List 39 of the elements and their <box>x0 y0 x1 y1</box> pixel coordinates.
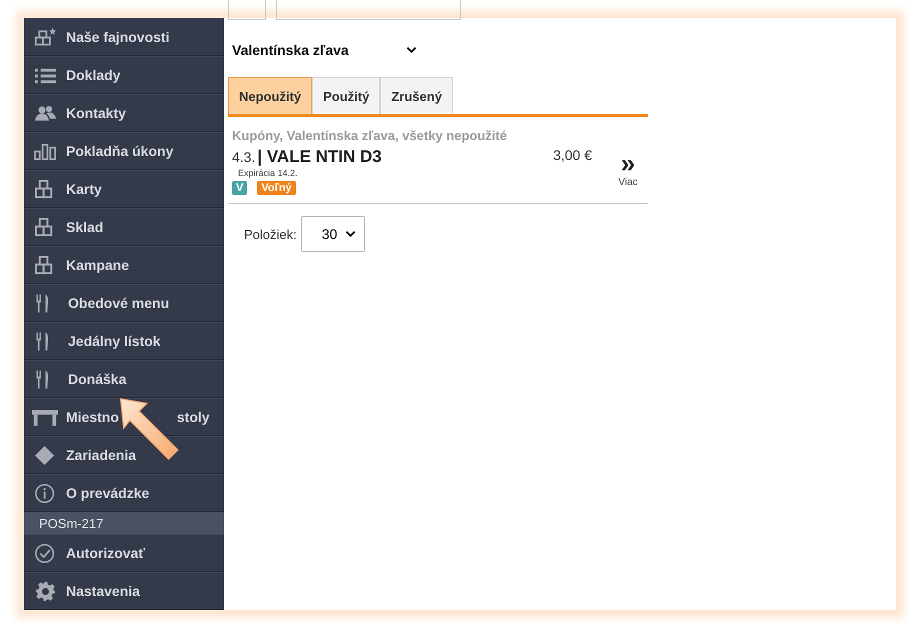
sidebar-item[interactable]: Doklady <box>24 56 224 94</box>
coupon-date: 4.3. <box>232 149 256 165</box>
boxes-star-icon <box>34 26 57 48</box>
chevron-down-icon <box>406 46 417 54</box>
small-button[interactable] <box>228 0 266 20</box>
sidebar-item[interactable]: Obedové menu <box>24 284 224 322</box>
page-size-select[interactable]: 30 <box>300 216 365 252</box>
expiry-date: Expirácia 14.2. <box>238 168 299 178</box>
device-label: POSm-217 <box>24 512 224 534</box>
sidebar-item[interactable]: Autorizovať <box>24 534 224 572</box>
sidebar-item[interactable]: Kampane <box>24 246 224 284</box>
diamond-icon <box>34 444 57 466</box>
sidebar-item[interactable]: Naše fajnovosti <box>24 18 224 56</box>
coupon-code: | VALE NTIN D3 <box>257 147 382 166</box>
sidebar-item[interactable]: Jedálny lístok <box>24 322 224 360</box>
sidebar-item[interactable]: Karty <box>24 170 224 208</box>
input-field[interactable] <box>276 0 461 20</box>
campaign-select[interactable]: Valentínska zľava <box>232 39 417 61</box>
sidebar-item[interactable]: Donáška <box>24 360 224 398</box>
tab[interactable]: Nepoužitý <box>228 77 312 114</box>
cutlery-icon <box>36 332 49 350</box>
sidebar-item[interactable]: Sklad <box>24 208 224 246</box>
chevron-down-icon <box>344 230 356 238</box>
tab[interactable]: Použitý <box>312 77 380 114</box>
sidebar-item[interactable]: Kontakty <box>24 94 224 132</box>
sidebar-item[interactable]: Nastavenia <box>24 572 224 610</box>
settings-icon <box>34 580 57 602</box>
cutlery-icon <box>36 294 49 312</box>
check-circle-icon <box>34 542 57 564</box>
status-badge: Voľný <box>257 181 296 195</box>
coupon-price: 3,00 € <box>553 147 592 165</box>
cutlery-icon <box>36 370 49 388</box>
info-icon <box>34 482 57 504</box>
status-badge: V <box>232 181 248 195</box>
more-link[interactable]: » Viac <box>608 147 648 195</box>
sidebar-item[interactable]: Pokladňa úkony <box>24 132 224 170</box>
tab[interactable]: Zrušený <box>380 77 453 114</box>
page-size-label: Položiek: <box>244 226 297 242</box>
list-caption: Kupóny, Valentínska zľava, všetky nepoužité <box>232 128 508 143</box>
